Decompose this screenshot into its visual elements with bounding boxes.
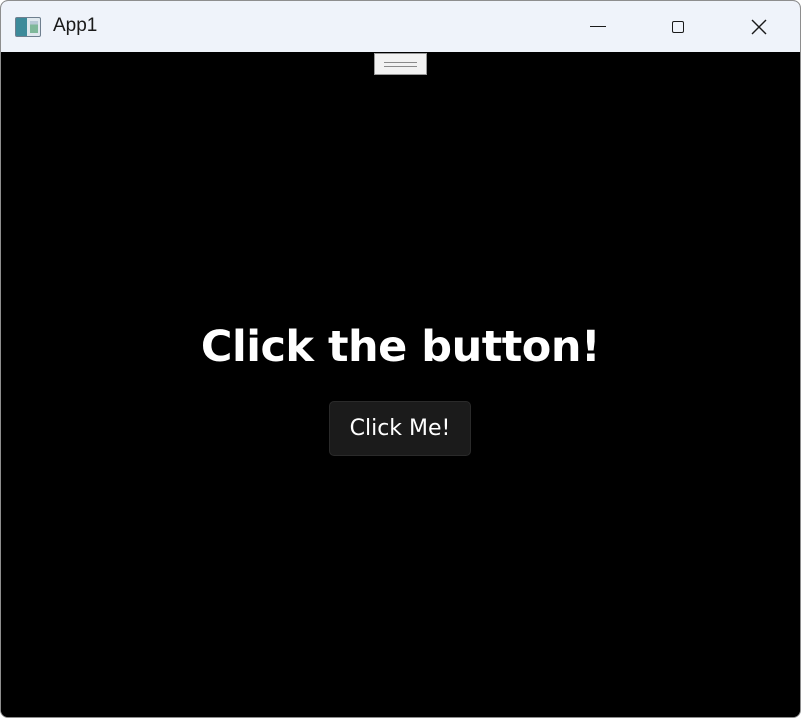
window-title: App1 [53,15,98,36]
minimize-button[interactable] [558,1,638,52]
maximize-button[interactable] [638,1,718,52]
page-heading: Click the button! [200,322,601,372]
app-window-icon [15,17,41,37]
minimize-icon [590,26,606,27]
title-bar[interactable]: App1 [1,1,800,52]
click-me-button[interactable]: Click Me! [329,401,471,456]
main-content: Click the button! Click Me! [1,52,800,717]
close-icon [751,19,767,34]
drag-handle-icon[interactable] [374,53,427,75]
drag-handle-line [384,65,417,67]
app-window: App1 Click the button! Click Me! [0,0,801,718]
drag-handle-line [384,61,417,63]
close-button[interactable] [719,1,799,52]
maximize-icon [672,20,684,33]
